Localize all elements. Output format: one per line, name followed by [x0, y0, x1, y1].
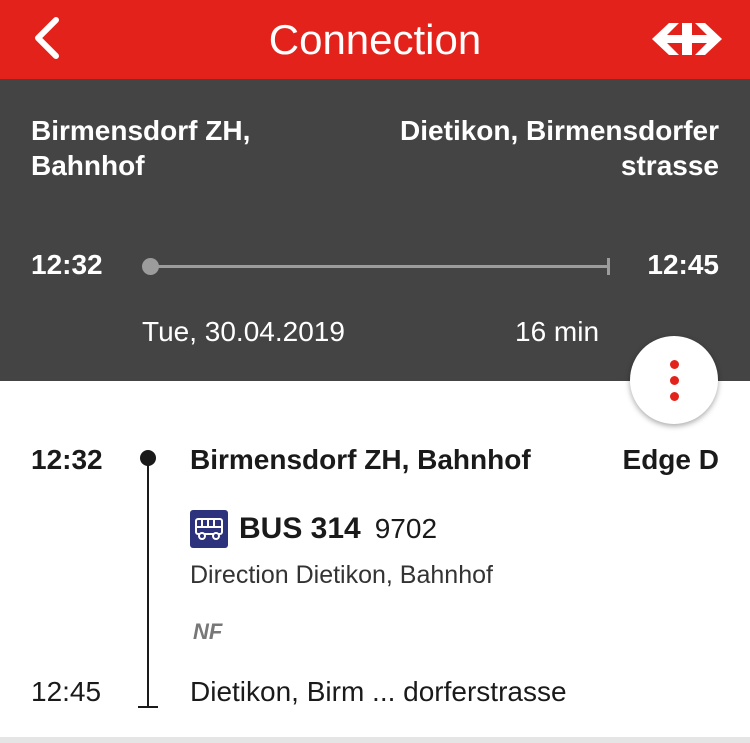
bus-line-label: BUS 314: [239, 512, 361, 545]
low-floor-badge: NF: [193, 619, 223, 644]
bus-trip-number: 9702: [374, 513, 438, 544]
sbb-logo-icon[interactable]: [652, 20, 722, 58]
travel-date: Tue, 30.04.2019: [142, 316, 345, 347]
bottom-divider: [0, 737, 750, 743]
platform-label: Edge D: [622, 444, 719, 475]
destination-station: Dietikon, Birmensdorferstrasse: [400, 115, 719, 181]
transport-info[interactable]: BUS 314 9702: [190, 510, 437, 548]
bus-icon: [190, 510, 228, 548]
page-title: Connection: [268, 15, 482, 63]
track-end-marker: [607, 258, 610, 275]
more-options-button[interactable]: [630, 336, 718, 424]
track-line: [150, 265, 608, 268]
track-start-dot: [142, 258, 159, 275]
leg-departure-stop[interactable]: Birmensdorf ZH, Bahnhof: [190, 444, 531, 476]
origin-station: Birmensdorf ZH, Bahnhof: [31, 115, 251, 181]
departure-time: 12:32: [31, 249, 103, 280]
leg-arrival-stop[interactable]: Dietikon, Birm ... dorferstrasse: [190, 676, 567, 708]
arrival-time: 12:45: [647, 249, 719, 280]
direction-label: Direction Dietikon, Bahnhof: [190, 561, 493, 589]
timeline-end-marker: [138, 706, 158, 708]
timeline-line: [147, 458, 149, 707]
chevron-left-icon: [35, 17, 59, 59]
timeline-start-dot: [140, 450, 156, 466]
journey-progress-track: [142, 258, 610, 275]
connection-summary: Birmensdorf ZH, Bahnhof Dietikon, Birmen…: [0, 79, 750, 381]
leg-departure-time: 12:32: [31, 444, 103, 475]
top-app-bar: Connection: [0, 0, 750, 79]
back-button[interactable]: [22, 12, 72, 64]
travel-duration: 16 min: [515, 316, 600, 347]
leg-arrival-time: 12:45: [31, 676, 102, 707]
